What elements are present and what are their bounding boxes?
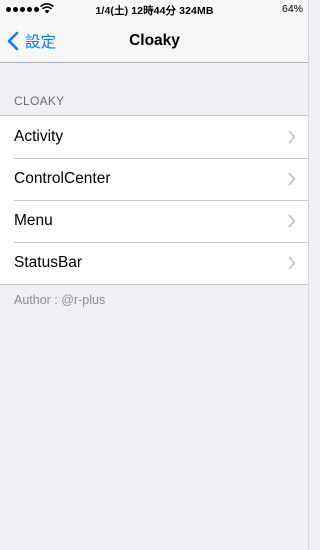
section-header: CLOAKY xyxy=(14,94,65,108)
chevron-right-icon xyxy=(288,172,296,186)
list-item-label: Activity xyxy=(14,128,64,145)
page-title: Cloaky xyxy=(129,32,180,49)
status-datetime-memory: 1/4(土) 12時44分 324MB xyxy=(95,5,214,17)
battery-percentage: 64% xyxy=(281,3,303,15)
section-footer: Author : @r-plus xyxy=(14,293,106,307)
list-item-controlcenter[interactable]: ControlCenter xyxy=(0,158,309,200)
list-item-label: Menu xyxy=(14,212,53,229)
chevron-right-icon xyxy=(288,256,296,270)
status-bar: 1/4(土) 12時44分 324MB 64% xyxy=(0,0,309,20)
list-item-activity[interactable]: Activity xyxy=(0,116,309,158)
navigation-bar: 設定 Cloaky xyxy=(0,20,309,63)
list-item-menu[interactable]: Menu xyxy=(0,200,309,242)
settings-list: Activity ControlCenter Menu StatusBar xyxy=(0,115,309,285)
list-item-label: StatusBar xyxy=(14,254,83,271)
top-bar: 1/4(土) 12時44分 324MB 64% 設定 Cloaky xyxy=(0,0,309,63)
list-item-statusbar[interactable]: StatusBar xyxy=(0,242,309,284)
list-item-label: ControlCenter xyxy=(14,170,111,187)
screen-edge xyxy=(308,0,309,550)
chevron-right-icon xyxy=(288,130,296,144)
chevron-right-icon xyxy=(288,214,296,228)
